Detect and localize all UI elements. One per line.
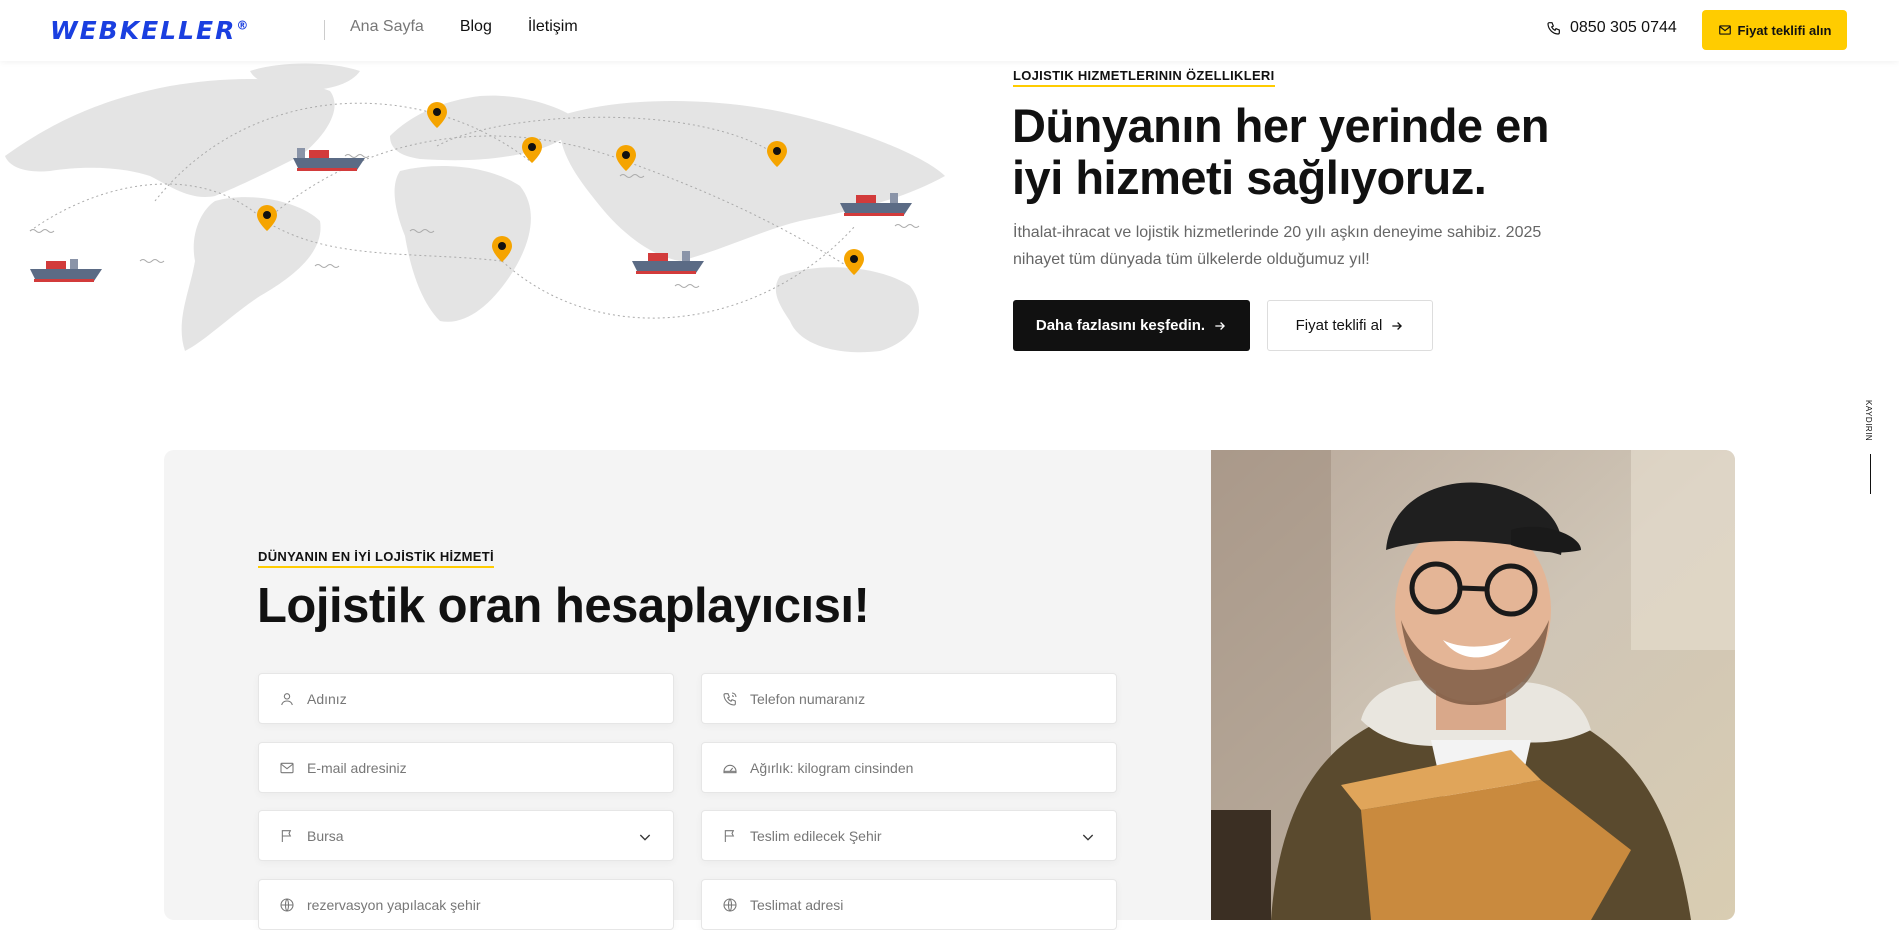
phone-icon <box>723 691 737 706</box>
logo-text: WEBKELLER <box>50 16 237 45</box>
north-america-shape <box>5 79 335 197</box>
nav-item-blog[interactable]: Blog <box>460 18 492 36</box>
user-icon <box>281 692 293 705</box>
scroll-label: KAYDIRIN <box>1864 400 1873 442</box>
site-header: WEBKELLER® Ana Sayfa Blog İletişim 0850 … <box>0 0 1899 61</box>
wave-mark <box>29 229 55 233</box>
logo-mark: ® <box>236 18 251 33</box>
get-quote-button[interactable]: Fiyat teklifi al <box>1267 300 1433 351</box>
gauge-icon <box>723 764 737 773</box>
clipboard <box>1211 810 1271 920</box>
world-map-illustration <box>5 63 945 353</box>
weight-input[interactable] <box>750 759 1070 776</box>
origin-city-select[interactable]: Bursa <box>258 810 674 861</box>
header-quote-button[interactable]: Fiyat teklifi alın <box>1702 10 1847 50</box>
south-america-shape <box>181 197 321 351</box>
quote-button-label: Fiyat teklifi alın <box>1737 22 1832 38</box>
discover-more-button[interactable]: Daha fazlasını keşfedin. <box>1013 300 1250 351</box>
flag-icon <box>724 829 735 842</box>
nav-item-home[interactable]: Ana Sayfa <box>350 18 424 36</box>
ship-icon <box>293 148 365 171</box>
asia-shape <box>559 101 945 261</box>
destination-city-value: Teslim edilecek Şehir <box>750 827 882 844</box>
wave-mark <box>314 264 340 268</box>
courier-photo-illustration <box>1211 450 1735 920</box>
arrow-right-icon <box>1215 321 1226 330</box>
header-phone[interactable]: 0850 305 0744 <box>1546 19 1677 37</box>
courier-photo <box>1211 450 1735 920</box>
mail-icon <box>1718 25 1731 35</box>
weight-field[interactable] <box>701 742 1117 793</box>
hero-description: İthalat-ihracat ve lojistik hizmetlerind… <box>1013 224 1542 268</box>
main-nav: Ana Sayfa Blog İletişim <box>350 18 578 36</box>
reservation-city-input[interactable] <box>307 896 627 913</box>
arrow-right-icon <box>1392 321 1403 330</box>
wave-mark <box>139 259 165 263</box>
discover-more-label: Daha fazlasını keşfedin. <box>1035 317 1206 334</box>
name-input[interactable] <box>307 690 627 707</box>
europe-shape <box>390 95 580 161</box>
calculator-title: Lojistik oran hesaplayıcısı! <box>257 579 870 633</box>
scroll-indicator[interactable]: KAYDIRIN <box>1864 400 1884 510</box>
wave-mark <box>894 224 920 228</box>
delivery-address-input[interactable] <box>750 896 1070 913</box>
get-quote-label: Fiyat teklifi al <box>1295 317 1383 334</box>
phone-input[interactable] <box>750 690 1070 707</box>
map-pin-icon <box>522 137 542 163</box>
nav-item-contact[interactable]: İletişim <box>528 18 578 36</box>
wave-mark <box>344 154 370 158</box>
phone-icon <box>1547 22 1560 35</box>
chevron-down-icon <box>639 834 651 841</box>
australia-shape <box>775 267 919 353</box>
flag-icon <box>281 829 292 842</box>
chevron-down-icon <box>1082 834 1094 841</box>
hero-title: Dünyanın her yerinde en iyi hizmeti sağl… <box>1012 99 1549 204</box>
phone-number: 0850 305 0744 <box>1570 19 1677 36</box>
scroll-line <box>1870 454 1871 494</box>
wave-mark <box>674 284 700 288</box>
globe-icon <box>723 897 737 912</box>
name-field[interactable] <box>258 673 674 724</box>
continents <box>5 63 945 353</box>
ship-icon <box>30 259 102 282</box>
background-window <box>1631 450 1735 650</box>
logo-divider <box>324 20 325 40</box>
logo[interactable]: WEBKELLER® <box>50 16 250 45</box>
email-input[interactable] <box>307 759 627 776</box>
origin-city-value: Bursa <box>307 827 344 844</box>
globe-icon <box>280 897 294 912</box>
delivery-address-field[interactable] <box>701 879 1117 930</box>
destination-city-select[interactable]: Teslim edilecek Şehir <box>701 810 1117 861</box>
calculator-eyebrow: DÜNYANIN EN İYİ LOJİSTİK HİZMETİ <box>258 549 494 568</box>
mail-icon <box>280 762 294 773</box>
email-field[interactable] <box>258 742 674 793</box>
reservation-city-field[interactable] <box>258 879 674 930</box>
hero-eyebrow: LOJISTIK HIZMETLERININ ÖZELLIKLERI <box>1013 68 1275 87</box>
phone-field[interactable] <box>701 673 1117 724</box>
